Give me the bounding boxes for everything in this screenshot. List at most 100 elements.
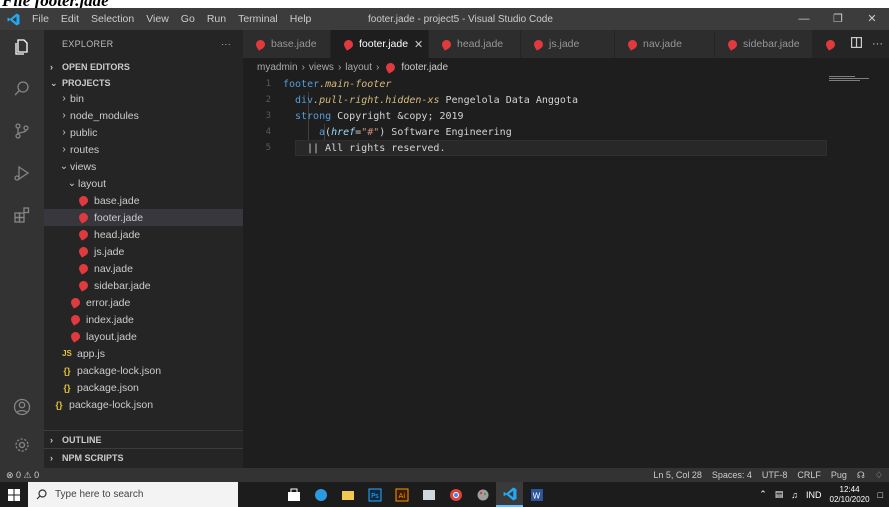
menu-help[interactable]: Help <box>284 13 318 25</box>
npm-scripts-section[interactable]: › NPM SCRIPTS <box>44 449 243 467</box>
status-bar: ⊗ 0 ⚠ 0 Ln 5, Col 28 Spaces: 4 UTF-8 CRL… <box>0 468 889 482</box>
tree-item-jade[interactable]: index.jade <box>44 311 243 328</box>
menu-view[interactable]: View <box>140 13 175 25</box>
menu-run[interactable]: Run <box>201 13 232 25</box>
problems-indicator[interactable]: ⊗ 0 ⚠ 0 <box>0 470 39 481</box>
input-language[interactable]: IND <box>806 490 822 500</box>
tab-base-jade[interactable]: base.jade <box>243 30 331 58</box>
menu-file[interactable]: File <box>26 13 55 25</box>
chevron-right-icon: › <box>50 62 53 72</box>
photoshop-icon[interactable]: Ps <box>361 482 388 507</box>
tab-head-jade[interactable]: head.jade <box>429 30 521 58</box>
tree-item-folder[interactable]: ⌄ views <box>44 158 243 175</box>
terminal-icon[interactable] <box>415 482 442 507</box>
tree-item-json[interactable]: {} package.json <box>44 379 243 396</box>
settings-gear-icon[interactable] <box>0 428 44 462</box>
tree-item-js[interactable]: JS app.js <box>44 345 243 362</box>
more-actions-icon[interactable]: ··· <box>221 39 231 49</box>
code-line: 3 strong Copyright &copy; 2019 <box>243 108 889 124</box>
menu-go[interactable]: Go <box>175 13 201 25</box>
windows-start-icon[interactable] <box>0 482 28 507</box>
tree-item-json[interactable]: {} package-lock.json <box>44 362 243 379</box>
volume-icon[interactable]: ♫ <box>791 490 798 500</box>
tree-item-jade[interactable]: base.jade <box>44 192 243 209</box>
network-icon[interactable]: ▤ <box>775 489 784 500</box>
edge-icon[interactable] <box>307 482 334 507</box>
menu-edit[interactable]: Edit <box>55 13 85 25</box>
tree-item-jade[interactable]: nav.jade <box>44 260 243 277</box>
indentation[interactable]: Spaces: 4 <box>712 470 752 481</box>
explorer-icon[interactable] <box>0 30 44 64</box>
js-file-icon: JS <box>62 349 72 358</box>
jade-file-icon <box>384 60 397 74</box>
jade-file-icon <box>254 37 267 51</box>
tree-item-label: error.jade <box>86 296 131 309</box>
paint-icon[interactable] <box>469 482 496 507</box>
restore-icon[interactable]: ❐ <box>821 8 855 30</box>
jade-file-icon <box>342 37 355 51</box>
encoding[interactable]: UTF-8 <box>762 470 788 481</box>
menu-terminal[interactable]: Terminal <box>232 13 284 25</box>
tree-item-folder[interactable]: › bin <box>44 90 243 107</box>
account-icon[interactable] <box>0 390 44 424</box>
jade-file-icon <box>77 279 90 292</box>
tree-item-jade[interactable]: head.jade <box>44 226 243 243</box>
tree-item-folder[interactable]: › routes <box>44 141 243 158</box>
tree-item-jade[interactable]: js.jade <box>44 243 243 260</box>
chevron-right-icon: › <box>337 61 342 73</box>
illustrator-icon[interactable]: Ai <box>388 482 415 507</box>
breadcrumb-item[interactable]: views <box>309 62 334 73</box>
notification-center-icon[interactable]: □ <box>878 490 883 500</box>
breadcrumb-item[interactable]: layout <box>345 62 372 73</box>
search-placeholder: Type here to search <box>55 489 144 500</box>
source-control-icon[interactable] <box>0 114 44 148</box>
tree-item-label: views <box>70 160 97 173</box>
cursor-position[interactable]: Ln 5, Col 28 <box>653 470 702 481</box>
taskbar-search[interactable]: Type here to search <box>28 482 238 507</box>
close-icon[interactable]: ✕ <box>855 8 889 30</box>
breadcrumb-item[interactable]: myadmin <box>257 62 298 73</box>
chrome-icon[interactable] <box>442 482 469 507</box>
tab-js-jade[interactable]: js.jade <box>521 30 615 58</box>
tree-item-label: layout.jade <box>86 330 137 343</box>
more-actions-icon[interactable]: ··· <box>872 38 883 50</box>
tree-item-jade[interactable]: sidebar.jade <box>44 277 243 294</box>
language-mode[interactable]: Pug <box>831 470 847 481</box>
jade-file-icon <box>77 262 90 275</box>
code-text: || All rights reserved. <box>307 142 446 154</box>
minimize-icon[interactable]: — <box>787 8 821 30</box>
open-editors-section[interactable]: › OPEN EDITORS <box>44 58 243 76</box>
tree-item-jade[interactable]: error.jade <box>44 294 243 311</box>
tab-sidebar-jade[interactable]: sidebar.jade <box>715 30 813 58</box>
chevron-up-icon[interactable]: ⌃ <box>759 489 767 500</box>
clock[interactable]: 12:44 02/10/2020 <box>830 485 870 505</box>
tree-item-folder[interactable]: ⌄ layout <box>44 175 243 192</box>
tree-item-folder[interactable]: › node_modules <box>44 107 243 124</box>
jade-file-icon <box>77 228 90 241</box>
minimap[interactable] <box>829 76 873 82</box>
code-editor[interactable]: 1 footer.main-footer 2 div.pull-right.hi… <box>243 76 889 156</box>
tree-item-jade[interactable]: layout.jade <box>44 328 243 345</box>
word-icon[interactable]: W <box>523 482 550 507</box>
tree-item-label: footer.jade <box>94 211 144 224</box>
projects-section[interactable]: ⌄ PROJECTS <box>44 76 243 90</box>
store-icon[interactable] <box>280 482 307 507</box>
feedback-icon[interactable]: ☊ <box>857 470 865 481</box>
notifications-bell-icon[interactable]: ♢ <box>875 470 883 481</box>
split-editor-icon[interactable] <box>851 37 863 51</box>
tree-item-jade[interactable]: footer.jade <box>44 209 243 226</box>
search-icon[interactable] <box>0 72 44 106</box>
outline-section[interactable]: › OUTLINE <box>44 431 243 449</box>
tree-item-json[interactable]: {} package-lock.json <box>44 396 243 413</box>
run-debug-icon[interactable] <box>0 156 44 190</box>
close-tab-icon[interactable]: ✕ <box>414 38 423 51</box>
line-ending[interactable]: CRLF <box>797 470 821 481</box>
extensions-icon[interactable] <box>0 198 44 232</box>
tab-nav-jade[interactable]: nav.jade <box>615 30 715 58</box>
tree-item-folder[interactable]: › public <box>44 124 243 141</box>
file-explorer-icon[interactable] <box>334 482 361 507</box>
breadcrumb-item[interactable]: footer.jade <box>401 62 448 73</box>
menu-selection[interactable]: Selection <box>85 13 140 25</box>
vscode-taskbar-icon[interactable] <box>496 482 523 507</box>
tab-footer-jade[interactable]: footer.jade ✕ <box>331 30 429 58</box>
